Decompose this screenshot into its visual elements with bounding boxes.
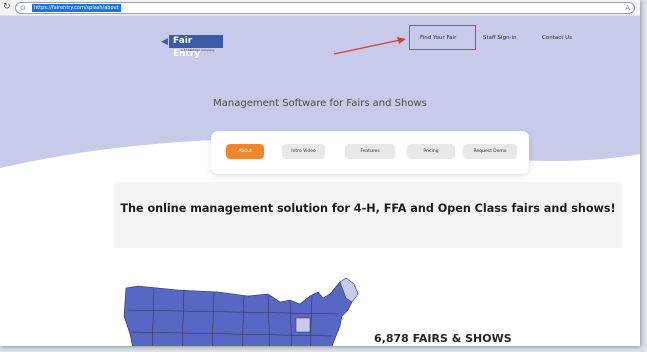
nav-staff-sign-in[interactable]: Staff Sign-in (483, 33, 517, 43)
headline-band: The online management solution for 4-H, … (114, 182, 622, 248)
tab-card: About Intro Video Features Pricing Reque… (211, 131, 529, 174)
read-aloud-icon[interactable]: A (625, 3, 630, 13)
url-text[interactable]: https://fairentry.com/splash/about (32, 4, 121, 12)
tab-intro-video[interactable]: Intro Video (282, 144, 325, 159)
logo-subtext: a Shelbiness company (181, 48, 215, 52)
annotation-arrow (333, 37, 406, 55)
hero-tagline: Management Software for Fairs and Shows (213, 98, 427, 109)
page-headline: The online management solution for 4-H, … (120, 202, 616, 215)
fair-entry-logo[interactable]: ◀ Fair Entry a Shelbiness company (161, 35, 223, 59)
hero-section: ◀ Fair Entry a Shelbiness company Find Y… (0, 16, 640, 206)
reload-icon[interactable]: ↻ (3, 2, 11, 12)
tab-about[interactable]: About (226, 144, 264, 159)
nav-contact-us[interactable]: Contact Us (542, 33, 572, 43)
us-map (123, 277, 359, 346)
browser-window: ↻ ⊙ https://fairentry.com/splash/about A… (0, 0, 640, 346)
logo-text: Fair Entry (169, 35, 223, 59)
fairs-shows-count: 6,878 FAIRS & SHOWS (374, 332, 512, 345)
address-bar: ↻ ⊙ https://fairentry.com/splash/about A (0, 0, 640, 16)
nav-find-your-fair[interactable]: Find Your Fair (420, 33, 456, 43)
lock-icon[interactable]: ⊙ (20, 3, 26, 13)
url-field[interactable]: ⊙ https://fairentry.com/splash/about A (15, 2, 635, 14)
tab-request-demo[interactable]: Request Demo (463, 144, 517, 159)
left-arrow-icon: ◀ (161, 37, 168, 47)
tab-features[interactable]: Features (345, 144, 395, 159)
tab-pricing[interactable]: Pricing (407, 144, 455, 159)
